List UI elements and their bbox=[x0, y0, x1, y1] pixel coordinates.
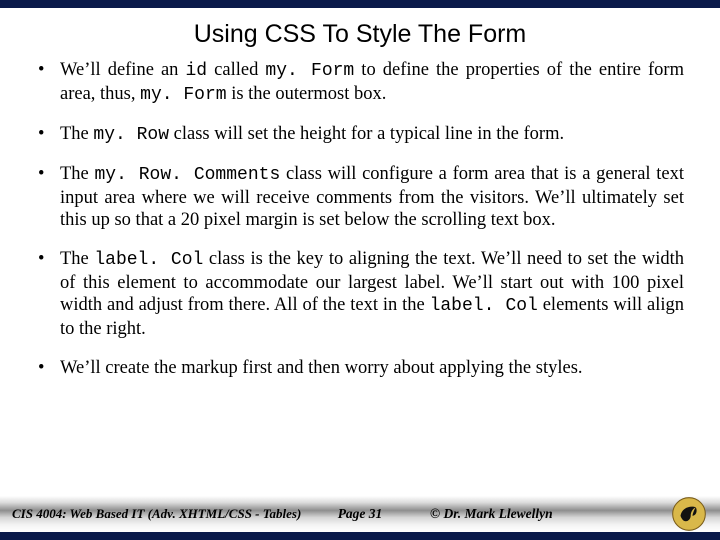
slide-title: Using CSS To Style The Form bbox=[0, 20, 720, 49]
bullet-text: called bbox=[207, 60, 265, 80]
footer-page-number: Page 31 bbox=[338, 506, 383, 522]
bullet-item: The my. Row class will set the height fo… bbox=[36, 123, 684, 147]
bullet-text: class will set the height for a typical … bbox=[169, 124, 564, 144]
bullet-text: We’ll create the markup first and then w… bbox=[60, 358, 583, 378]
bullet-item: The my. Row. Comments class will configu… bbox=[36, 163, 684, 232]
bullet-item: The label. Col class is the key to align… bbox=[36, 248, 684, 341]
code-myform: my. Form bbox=[265, 61, 354, 81]
bullet-item: We’ll create the markup first and then w… bbox=[36, 357, 684, 380]
footer-bar: CIS 4004: Web Based IT (Adv. XHTML/CSS -… bbox=[0, 496, 720, 532]
bullet-item: We’ll define an id called my. Form to de… bbox=[36, 59, 684, 107]
slide-body: We’ll define an id called my. Form to de… bbox=[0, 59, 720, 496]
bullet-text: We’ll define an bbox=[60, 60, 186, 80]
code-myrow: my. Row bbox=[93, 125, 169, 145]
code-myform: my. Form bbox=[140, 85, 226, 105]
bullet-text: The bbox=[60, 164, 94, 184]
bullet-text: is the outermost box. bbox=[227, 84, 387, 104]
code-labelcol: label. Col bbox=[94, 250, 203, 270]
footer-course: CIS 4004: Web Based IT (Adv. XHTML/CSS -… bbox=[12, 506, 301, 522]
code-id: id bbox=[186, 61, 208, 81]
bullet-text: The bbox=[60, 124, 93, 144]
slide: Using CSS To Style The Form We’ll define… bbox=[0, 0, 720, 540]
bullet-list: We’ll define an id called my. Form to de… bbox=[36, 59, 684, 380]
bullet-text: The bbox=[60, 249, 94, 269]
footer-author: © Dr. Mark Llewellyn bbox=[430, 506, 553, 522]
code-labelcol: label. Col bbox=[430, 296, 538, 316]
code-myrowcomments: my. Row. Comments bbox=[94, 165, 280, 185]
ucf-pegasus-logo-icon bbox=[672, 497, 706, 531]
